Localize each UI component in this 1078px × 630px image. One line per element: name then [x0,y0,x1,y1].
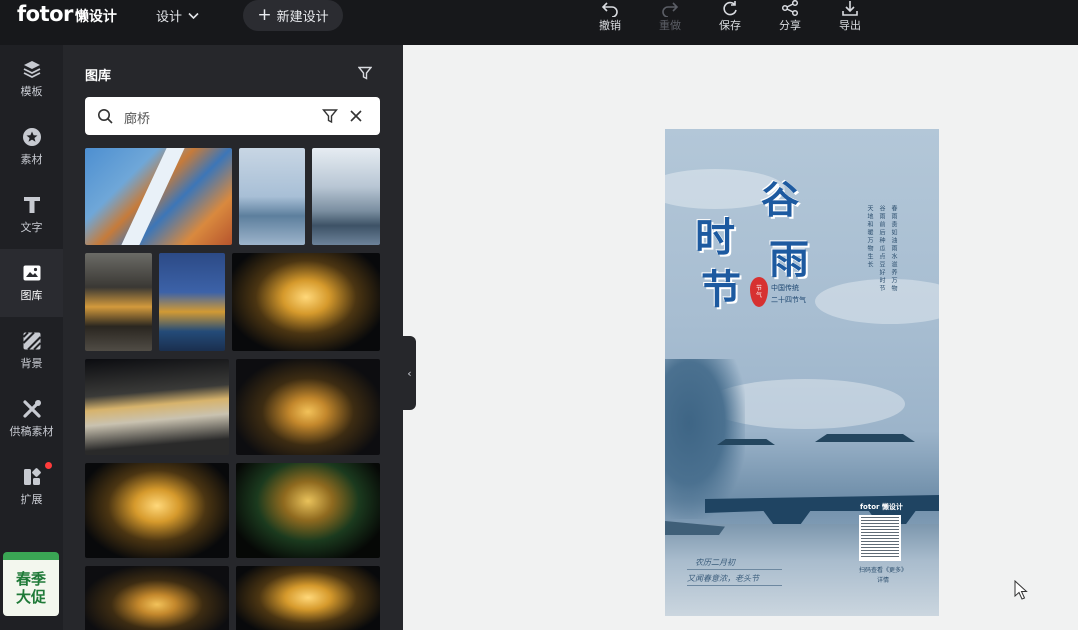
poster-footer-line1: 农历二月初 [695,558,735,567]
search-box[interactable]: 廊桥 [85,97,380,135]
photo-thumbnail[interactable] [239,148,305,245]
redo-icon [662,2,679,17]
redo-button[interactable]: 重做 [640,0,700,34]
search-icon [98,109,113,124]
photo-thumbnail[interactable] [159,253,225,351]
poster-tag-line2: 二十四节气 [771,296,806,304]
rail-item-extensions[interactable]: 扩展 [0,453,63,521]
poster-title-char: 雨 [769,237,809,283]
rail-item-elements[interactable]: 素材 [0,113,63,181]
photo-thumbnail[interactable] [312,148,380,245]
left-rail: 模板 素材 文字 图库 背景 供稿素材 扩展 春季 大促 [0,45,63,630]
photo-thumbnail[interactable] [85,148,232,245]
plus-icon: + [257,5,272,25]
layers-icon [23,61,40,79]
image-icon [23,265,40,281]
poster-title-char: 谷 [761,178,800,222]
design-menu-label: 设计 [156,10,183,25]
poster-footer-rule [687,569,782,570]
chevron-down-icon [188,12,199,19]
star-icon [22,128,41,146]
poster-footer-line2: 又闻春意浓，老头节 [687,574,759,583]
rail-label-elements: 素材 [20,153,43,166]
rail-item-photos[interactable]: 图库 [0,249,63,317]
promo-line2: 大促 [15,588,46,606]
logo-brand: fotor [17,2,73,26]
tools-icon [22,400,41,418]
undo-button[interactable]: 撤销 [580,0,640,34]
poster-stamp: 节 气 [750,277,768,307]
photo-thumbnail[interactable] [85,463,229,558]
text-icon [23,197,40,213]
background-icon [22,331,41,351]
export-label: 导出 [839,19,861,32]
poster-tag-line1: 中国传统 [771,284,799,292]
stamp-line1: 节 [755,285,762,292]
poster-design[interactable]: 谷 雨 时 节 节 气 中国传统 二十四节气 春雨贵如油雨水滋养万物 谷雨前后种… [665,129,939,616]
share-icon [781,0,799,17]
search-filter-icon[interactable] [322,108,338,124]
search-input[interactable]: 廊桥 [124,108,150,127]
poster-vertical-text: 春雨贵如油雨水滋养万物 [890,205,897,293]
toolbar: 撤销 重做 保存 分享 导出 [580,0,880,34]
photo-thumbnail[interactable] [85,566,229,630]
rail-label-photos: 图库 [20,289,43,302]
photo-thumbnail[interactable] [236,566,380,630]
rail-item-stock[interactable]: 供稿素材 [0,385,63,453]
extension-icon [23,468,41,485]
top-bar: fotor 懒设计 设计 + 新建设计 撤销 重做 保存 分享 导出 [0,0,1078,45]
save-label: 保存 [719,19,741,32]
clear-search-icon[interactable] [348,108,364,124]
share-button[interactable]: 分享 [760,0,820,34]
photo-thumbnail[interactable] [232,253,380,351]
photo-thumbnail[interactable] [85,253,152,351]
mouse-cursor-icon [1014,580,1028,600]
photo-panel: 图库 廊桥 [63,45,403,630]
photo-thumbnail[interactable] [236,359,380,455]
pavilion-roof [815,434,915,442]
rail-label-background: 背景 [20,357,43,370]
export-icon [842,1,858,16]
photo-thumbnail[interactable] [85,359,229,455]
poster-title-char: 时 [695,215,735,261]
share-label: 分享 [779,19,801,32]
rail-item-background[interactable]: 背景 [0,317,63,385]
poster-footer-rule [687,585,782,586]
logo-product: 懒设计 [74,9,117,25]
rail-label-stock: 供稿素材 [9,425,54,438]
app-logo[interactable]: fotor 懒设计 [17,2,117,26]
undo-label: 撤销 [599,19,621,32]
poster-title-char: 节 [701,267,741,313]
stamp-line2: 气 [755,292,762,299]
poster-vertical-text: 天地和暖万物生长 [866,205,873,269]
save-button[interactable]: 保存 [700,0,760,34]
filter-icon[interactable] [358,66,372,80]
rail-label-extensions: 扩展 [20,493,43,506]
poster-qr-brand: fotor 懒设计 [860,503,903,511]
rail-item-text[interactable]: 文字 [0,181,63,249]
poster-vertical-text: 谷雨前后种瓜点豆好时节 [878,205,885,293]
poster-qr-caption: 扫码查看《更多》详情 [858,567,907,584]
panel-title: 图库 [85,69,112,84]
photo-thumbnail[interactable] [236,463,380,558]
new-design-label: 新建设计 [276,10,329,25]
undo-icon [601,2,618,17]
rail-label-text: 文字 [20,221,43,234]
promo-banner[interactable]: 春季 大促 [3,552,59,616]
redo-label: 重做 [659,19,681,32]
design-menu[interactable]: 设计 [156,6,199,25]
chevron-left-icon: ‹ [407,366,412,380]
notification-badge [45,462,52,469]
pavilion-roof [717,439,775,445]
save-icon [723,1,737,16]
new-design-button[interactable]: + 新建设计 [243,0,343,31]
promo-line1: 春季 [15,570,46,588]
rail-item-templates[interactable]: 模板 [0,45,63,113]
export-button[interactable]: 导出 [820,0,880,34]
rail-label-templates: 模板 [20,85,43,98]
qr-code [859,515,901,561]
collapse-panel-button[interactable]: ‹ [403,336,416,410]
